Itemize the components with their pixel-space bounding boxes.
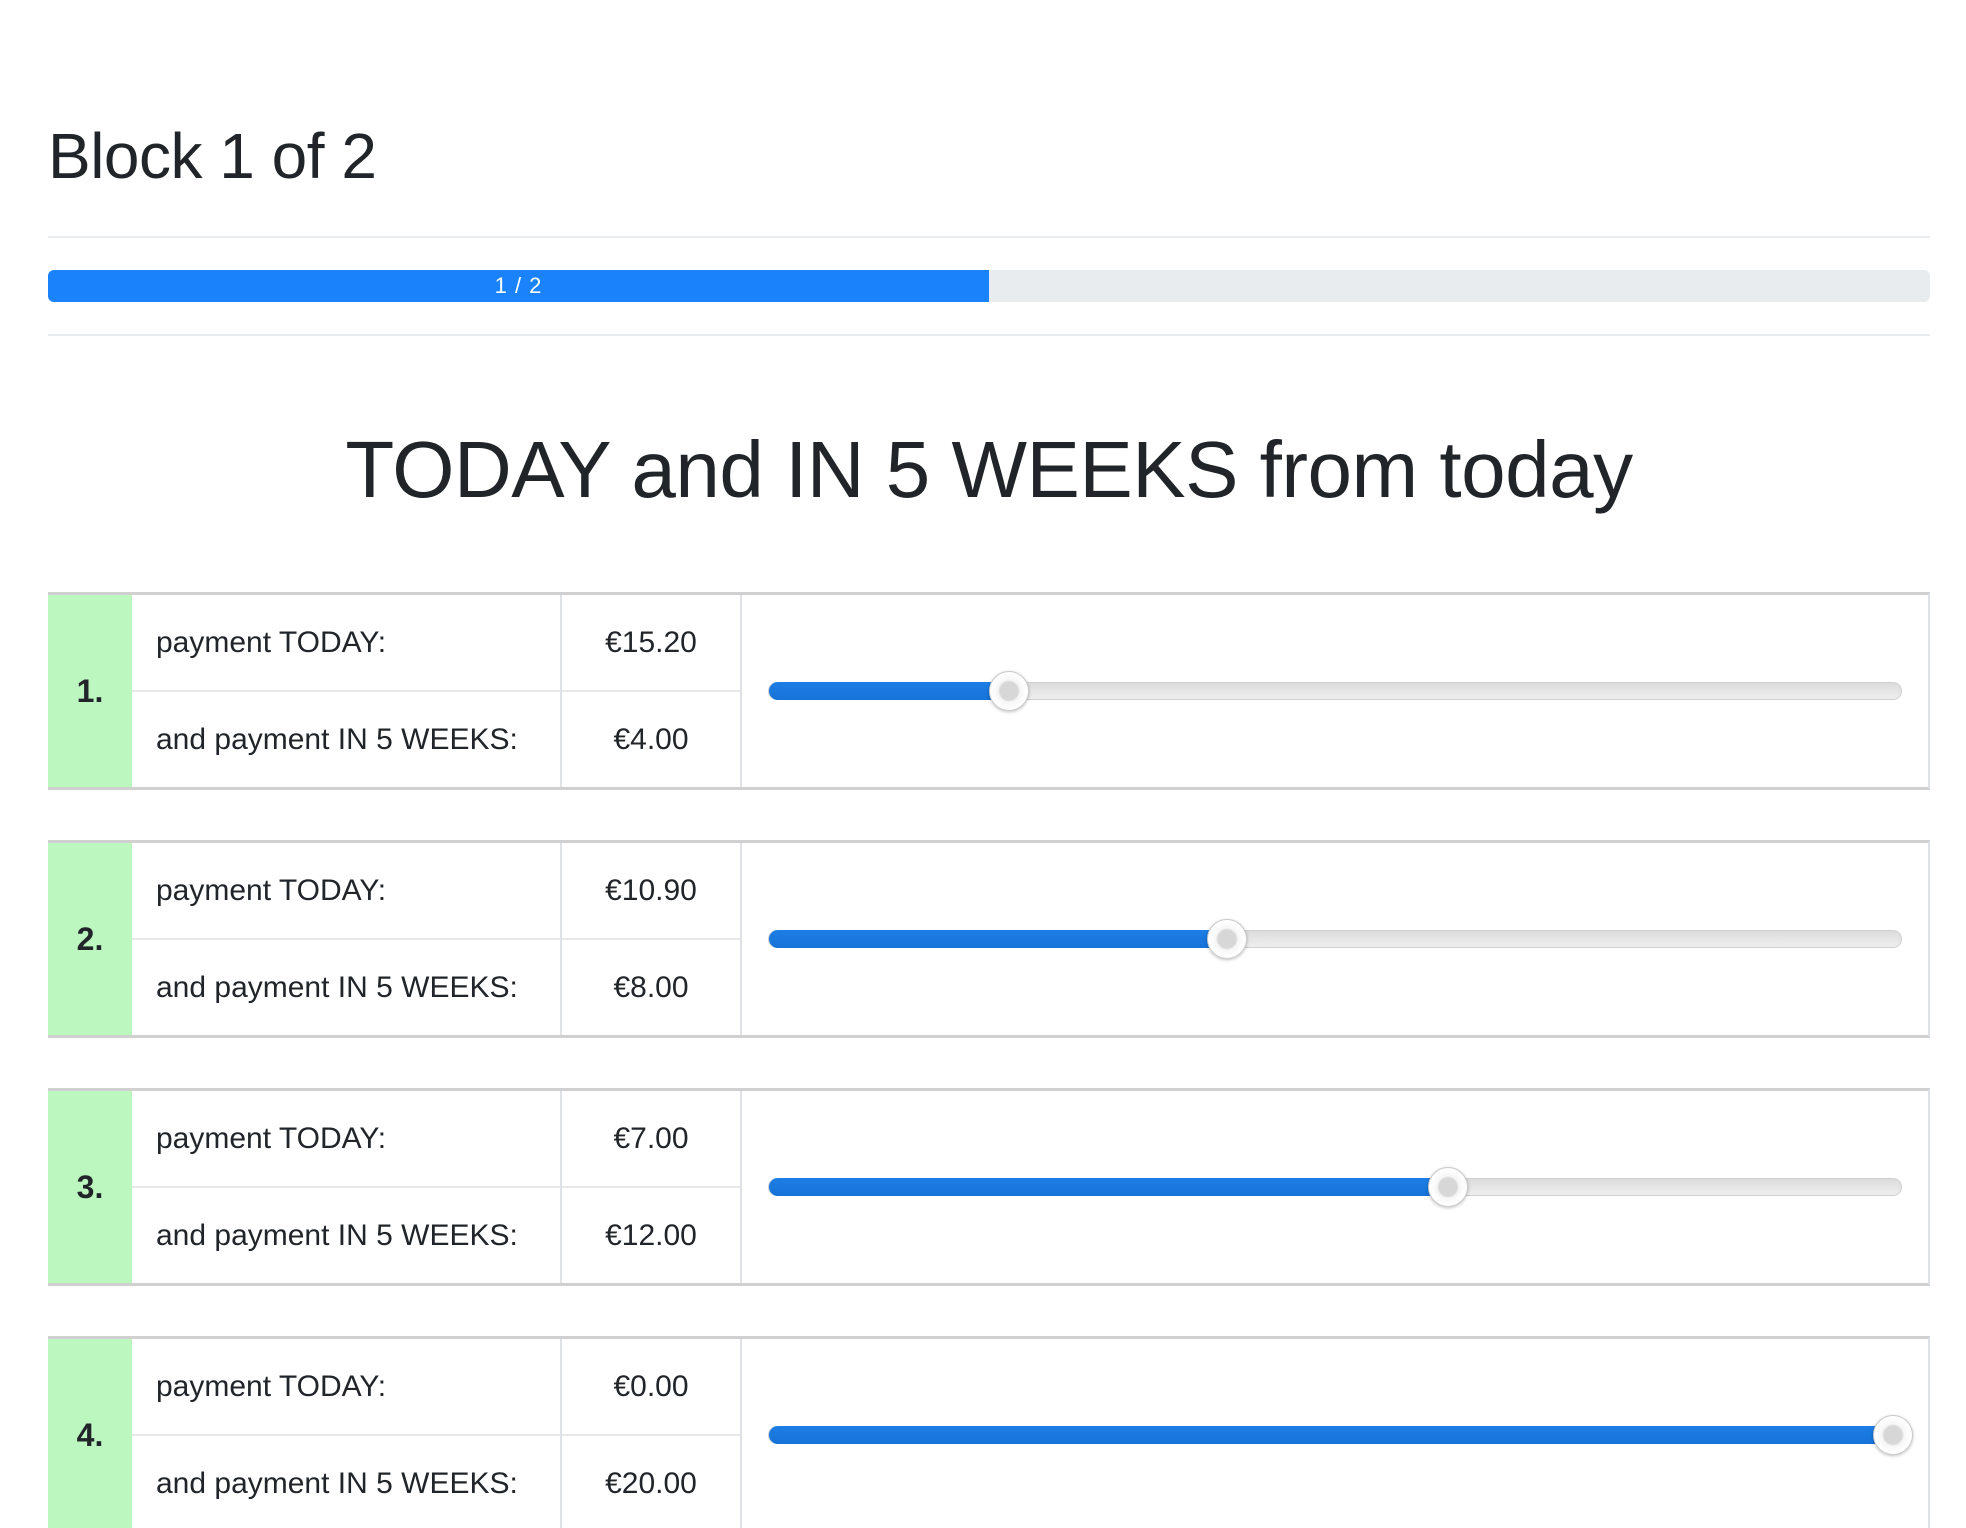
slider-handle[interactable] <box>1428 1167 1469 1207</box>
choice-labels: payment TODAY: and payment IN 5 WEEKS: <box>132 595 562 787</box>
choice-labels: payment TODAY: and payment IN 5 WEEKS: <box>132 843 562 1035</box>
choice-number: 1. <box>48 595 132 787</box>
allocation-slider[interactable] <box>768 1415 1913 1455</box>
progress-label: 1 / 2 <box>494 273 543 298</box>
later-amount: €12.00 <box>605 1218 697 1252</box>
allocation-slider[interactable] <box>768 671 1902 711</box>
today-label: payment TODAY: <box>132 1091 560 1188</box>
later-label: and payment IN 5 WEEKS: <box>156 1466 518 1500</box>
later-amount: €20.00 <box>605 1466 697 1500</box>
choice-row: 4. payment TODAY: and payment IN 5 WEEKS… <box>48 1336 1930 1528</box>
choice-number: 2. <box>48 843 132 1035</box>
choice-number: 3. <box>48 1091 132 1283</box>
choice-row: 3. payment TODAY: and payment IN 5 WEEKS… <box>48 1088 1930 1286</box>
slider-cell <box>742 1091 1928 1283</box>
progress-fill: 1 / 2 <box>48 270 989 302</box>
today-amount: €7.00 <box>562 1091 740 1188</box>
later-label: and payment IN 5 WEEKS: <box>156 722 518 756</box>
divider-top <box>48 236 1930 238</box>
choice-amounts: €15.20 €4.00 <box>562 595 742 787</box>
slider-cell <box>742 595 1928 787</box>
choice-amounts: €7.00 €12.00 <box>562 1091 742 1283</box>
slider-handle[interactable] <box>1873 1415 1913 1455</box>
today-label: payment TODAY: <box>132 1339 560 1436</box>
divider-bottom <box>48 334 1930 336</box>
today-label: payment TODAY: <box>132 595 560 692</box>
page: Block 1 of 2 1 / 2 TODAY and IN 5 WEEKS … <box>0 0 1966 1528</box>
choice-list: 1. payment TODAY: and payment IN 5 WEEKS… <box>48 592 1930 1528</box>
choice-amounts: €0.00 €20.00 <box>562 1339 742 1528</box>
choice-row: 1. payment TODAY: and payment IN 5 WEEKS… <box>48 592 1930 790</box>
block-title: Block 1 of 2 <box>48 120 377 192</box>
page-heading: TODAY and IN 5 WEEKS from today <box>345 425 1633 514</box>
slider-fill <box>769 1178 1449 1196</box>
today-amount: €15.20 <box>562 595 740 692</box>
later-label: and payment IN 5 WEEKS: <box>156 970 518 1004</box>
later-amount: €4.00 <box>613 722 689 756</box>
later-label: and payment IN 5 WEEKS: <box>156 1218 518 1252</box>
choice-row: 2. payment TODAY: and payment IN 5 WEEKS… <box>48 840 1930 1038</box>
slider-handle[interactable] <box>1207 919 1248 959</box>
slider-cell <box>742 1339 1928 1528</box>
choice-labels: payment TODAY: and payment IN 5 WEEKS: <box>132 1339 562 1528</box>
allocation-slider[interactable] <box>768 1167 1902 1207</box>
slider-cell <box>742 843 1928 1035</box>
later-amount: €8.00 <box>613 970 689 1004</box>
choice-amounts: €10.90 €8.00 <box>562 843 742 1035</box>
allocation-slider[interactable] <box>768 919 1902 959</box>
slider-fill <box>769 1426 1901 1444</box>
choice-labels: payment TODAY: and payment IN 5 WEEKS: <box>132 1091 562 1283</box>
today-label: payment TODAY: <box>132 843 560 940</box>
today-amount: €10.90 <box>562 843 740 940</box>
slider-fill <box>769 930 1228 948</box>
slider-fill <box>769 682 1009 700</box>
slider-handle[interactable] <box>988 671 1029 711</box>
progress-bar: 1 / 2 <box>48 270 1930 302</box>
choice-number: 4. <box>48 1339 132 1528</box>
today-amount: €0.00 <box>562 1339 740 1436</box>
